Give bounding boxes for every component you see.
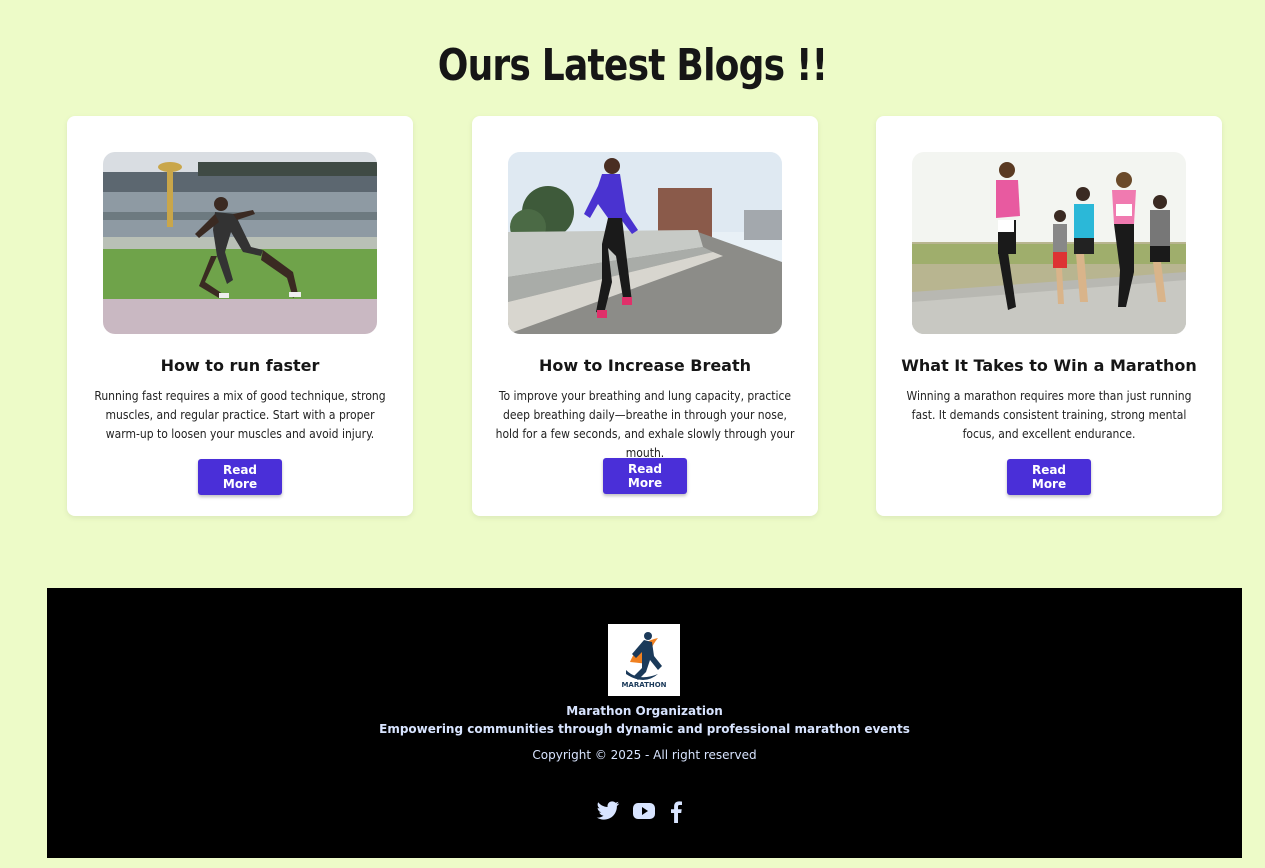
site-footer: MARATHON Marathon Organization Empowerin… [47, 588, 1242, 858]
blog-excerpt: Winning a marathon requires more than ju… [906, 389, 1192, 441]
organization-name: Marathon Organization [566, 704, 723, 718]
page-title: Ours Latest Blogs !! [437, 40, 828, 91]
blog-title: How to Increase Breath [538, 356, 752, 375]
blog-image-sprinter [103, 152, 377, 334]
blog-card: How to run faster Running fast requires … [67, 116, 413, 516]
social-links [596, 800, 696, 826]
blog-title: How to run faster [160, 356, 320, 375]
twitter-icon[interactable] [596, 800, 620, 827]
read-more-button[interactable]: Read More [603, 458, 687, 494]
blog-card: How to Increase Breath To improve your b… [472, 116, 818, 516]
blog-excerpt: To improve your breathing and lung capac… [495, 389, 795, 460]
blog-card: What It Takes to Win a Marathon Winning … [876, 116, 1222, 516]
organization-tagline: Empowering communities through dynamic a… [379, 722, 910, 736]
marathon-logo: MARATHON [608, 624, 680, 696]
svg-text:MARATHON: MARATHON [621, 681, 666, 689]
blog-title: What It Takes to Win a Marathon [901, 356, 1197, 375]
youtube-icon[interactable] [632, 800, 656, 827]
blog-image-marathon-runners [912, 152, 1186, 334]
copyright-text: Copyright © 2025 - All right reserved [532, 748, 757, 762]
blog-image-jogger [508, 152, 782, 334]
blog-cards: How to run faster Running fast requires … [0, 116, 1265, 516]
facebook-icon[interactable] [668, 800, 684, 829]
read-more-button[interactable]: Read More [1007, 459, 1091, 495]
blog-excerpt: Running fast requires a mix of good tech… [94, 389, 386, 441]
read-more-button[interactable]: Read More [198, 459, 282, 495]
